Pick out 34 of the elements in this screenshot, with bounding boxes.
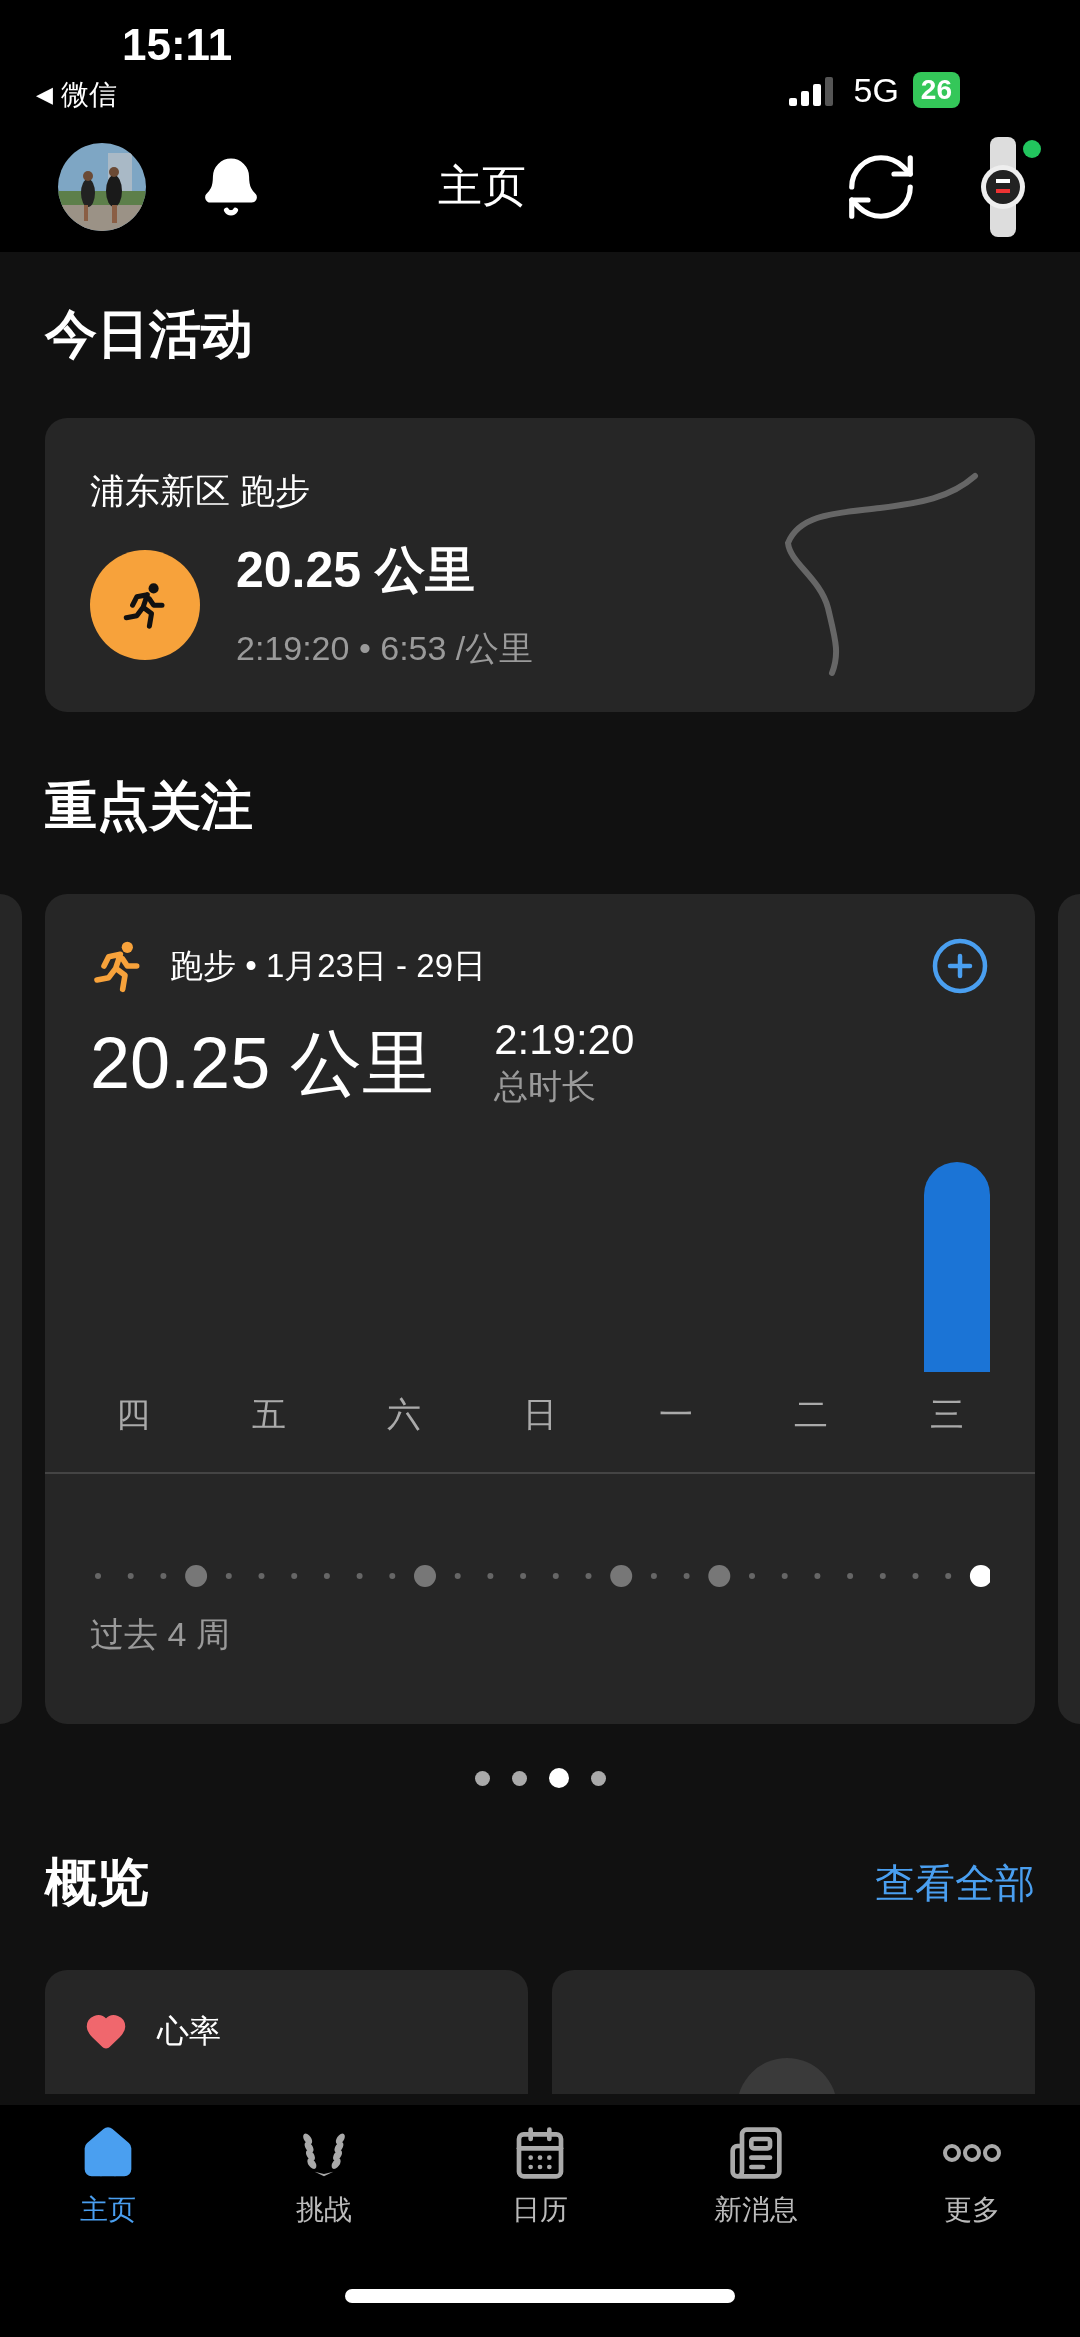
- weekday-label: 六: [386, 1394, 423, 1435]
- status-time: 15:11: [122, 20, 233, 70]
- tab[interactable]: 新消息: [681, 2125, 831, 2235]
- duration-label: 总时长: [494, 1066, 598, 1107]
- weekday-label: 一: [657, 1394, 694, 1435]
- tab[interactable]: 主页: [33, 2125, 183, 2235]
- weekday-label: 四: [114, 1394, 151, 1435]
- view-all-link[interactable]: 查看全部: [875, 1855, 1035, 1911]
- activity-details: 2:19:20 • 6:53 /公里: [236, 628, 534, 669]
- total-duration: 2:19:20: [494, 1016, 635, 1064]
- weekly-distance: 20.25 公里: [90, 1022, 435, 1105]
- weekly-running-card[interactable]: 跑步 • 1月23日 - 29日 20.25 公里 2:19:20 总时长 四 五 六 日 一 二 三 过去 4 周: [45, 894, 1035, 1724]
- period-label: 过去 4 周: [89, 1614, 231, 1655]
- activity-card[interactable]: 浦东新区 跑步 20.25 公里 2:19:20 • 6:53 /公里: [45, 418, 1035, 712]
- weekday-label: 日: [522, 1394, 558, 1435]
- back-arrow[interactable]: ◀: [36, 82, 53, 108]
- battery-level: 26: [912, 72, 960, 108]
- page-title: 主页: [437, 160, 527, 213]
- activity-distance: 20.25 公里: [236, 541, 476, 600]
- network-label: 5G: [853, 70, 899, 110]
- tab[interactable]: 日历: [465, 2125, 615, 2235]
- back-link[interactable]: 微信: [60, 76, 117, 114]
- section-heading: 今日活动: [45, 304, 254, 365]
- heart-rate-card[interactable]: 心率: [45, 1970, 528, 2094]
- card-title: 跑步 • 1月23日 - 29日: [170, 945, 487, 986]
- tab[interactable]: 挑战: [249, 2125, 399, 2235]
- section-heading: 重点关注: [45, 776, 254, 837]
- metric-label: 心率: [157, 2012, 221, 2051]
- activity-title: 浦东新区 跑步: [90, 470, 311, 512]
- weekday-label: 三: [929, 1394, 966, 1435]
- weekday-label: 五: [250, 1394, 287, 1435]
- weekday-label: 二: [793, 1394, 830, 1435]
- tab[interactable]: 更多: [897, 2125, 1047, 2235]
- section-heading: 概览: [45, 1852, 149, 1913]
